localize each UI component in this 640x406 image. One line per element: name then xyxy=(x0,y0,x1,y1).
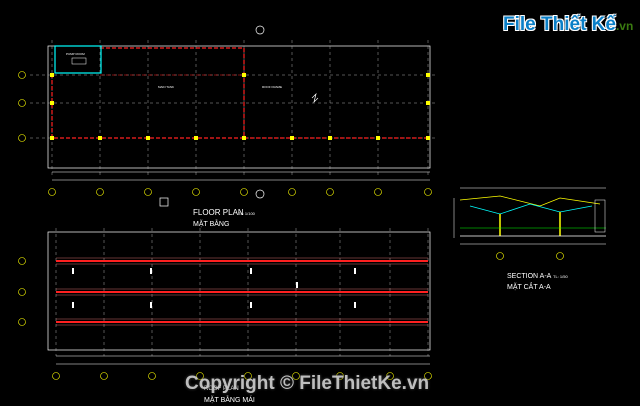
floor-plan-outline xyxy=(47,45,431,169)
room-right-label: ROOF FRAME xyxy=(262,85,282,89)
roof-left-axis-bubbles xyxy=(18,257,26,326)
floor-columns xyxy=(50,73,430,140)
roof-dimension-line xyxy=(56,355,430,365)
floor-plan-title: FLOOR PLAN xyxy=(193,208,244,217)
floor-plan-subtitle: MẶT BẰNG xyxy=(193,219,229,228)
section-scale: TL: 1/50 xyxy=(553,274,568,279)
roof-beams xyxy=(56,260,428,323)
section-subtitle: MẶT CẮT A-A xyxy=(507,282,551,291)
site-logo: File Thiết Kế.vn xyxy=(503,14,633,36)
floor-plan-gridlines xyxy=(30,40,436,175)
section-markers xyxy=(159,25,265,207)
room-left-label: MAIN TANK xyxy=(158,85,174,89)
section-title: SECTION A-A xyxy=(507,273,552,280)
floor-bottom-axis-bubbles xyxy=(48,188,432,196)
cad-drawing-canvas: PUMP ROOM MAIN TANK ROOF FRAME FLOOR PLA… xyxy=(18,25,606,404)
floor-left-axis-bubbles xyxy=(18,71,26,142)
copyright-watermark: Copyright © FileThietKe.vn xyxy=(185,373,430,394)
pump-room-label: PUMP ROOM xyxy=(66,52,85,56)
pump-room-inset xyxy=(54,45,102,74)
pump-room-tag xyxy=(71,57,87,65)
section-axis-bubbles xyxy=(496,252,564,260)
roof-purlin-tags xyxy=(72,268,356,308)
logo-text: File Thiết Kế xyxy=(503,14,616,35)
floor-plan: PUMP ROOM MAIN TANK ROOF FRAME FLOOR PLA… xyxy=(18,25,436,228)
floor-dimension-line xyxy=(52,171,430,181)
break-symbol xyxy=(311,92,319,104)
floor-plan-scale: TL: 1/100 xyxy=(238,211,256,216)
section-roof-frame xyxy=(453,195,606,238)
section-a-a: SECTION A-A TL: 1/50 MẶT CẮT A-A xyxy=(453,187,606,291)
roof-plan-subtitle: MẶT BẰNG MÁI xyxy=(204,395,255,404)
tank-walls xyxy=(51,47,430,139)
logo-domain: .vn xyxy=(615,19,634,33)
